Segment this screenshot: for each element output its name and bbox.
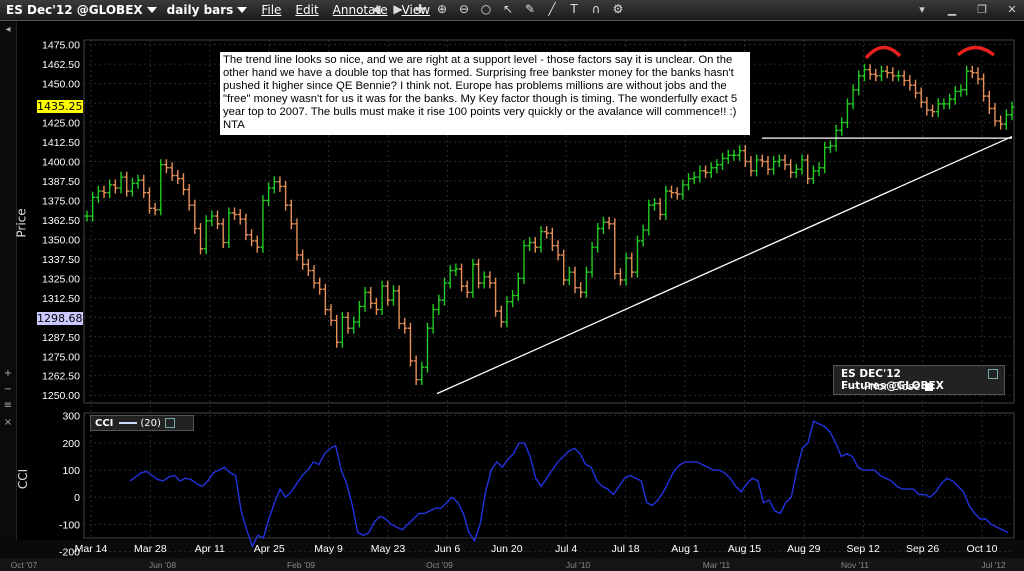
last-price-marker: 1435.25 bbox=[37, 100, 83, 113]
overview-tick-label: Jun '08 bbox=[149, 560, 176, 570]
time-tick-label: Jun 20 bbox=[491, 543, 523, 555]
overview-tick-label: Feb '09 bbox=[287, 560, 315, 570]
legend-prior-close[interactable]: Prior Close bbox=[844, 381, 934, 393]
price-tick-label: 1387.50 bbox=[42, 176, 80, 188]
time-tick-label: May 9 bbox=[314, 543, 343, 555]
cci-menu-icon[interactable] bbox=[164, 418, 175, 428]
price-tick-label: 1462.50 bbox=[42, 59, 80, 71]
time-tick-label: Sep 26 bbox=[906, 543, 939, 555]
time-tick-label: Oct 10 bbox=[967, 543, 998, 555]
price-tick-label: 1262.50 bbox=[42, 371, 80, 383]
checkbox-icon[interactable] bbox=[925, 383, 934, 391]
time-tick-label: Aug 29 bbox=[787, 543, 820, 555]
time-tick-label: Apr 25 bbox=[254, 543, 285, 555]
cci-axis-label: CCI bbox=[16, 468, 31, 490]
time-tick-label: Jun 6 bbox=[435, 543, 461, 555]
cci-param: (20) bbox=[140, 417, 161, 429]
price-tick-label: 1337.50 bbox=[42, 254, 80, 266]
overview-tick-label: Oct '07 bbox=[11, 560, 38, 570]
time-tick-label: Aug 1 bbox=[671, 543, 699, 555]
price-tick-label: 1412.50 bbox=[42, 137, 80, 149]
time-tick-label: Sep 12 bbox=[847, 543, 880, 555]
price-tick-label: 1250.00 bbox=[42, 390, 80, 402]
time-tick-label: Jul 18 bbox=[612, 543, 640, 555]
cci-tick-label: 300 bbox=[62, 411, 80, 423]
price-tick-label: 1275.00 bbox=[42, 351, 80, 363]
time-tick-label: Mar 14 bbox=[75, 543, 108, 555]
annotation-note[interactable]: The trend line looks so nice, and we are… bbox=[220, 52, 750, 135]
time-tick-label: Jul 4 bbox=[555, 543, 577, 555]
price-tick-label: 1350.00 bbox=[42, 234, 80, 246]
price-legend[interactable]: ES DEC'12 Futures@GLOBEX Prior Close bbox=[833, 365, 1005, 395]
overview-tick-label: Mar '11 bbox=[703, 560, 731, 570]
price-tick-label: 1425.00 bbox=[42, 118, 80, 130]
prior-level-marker: 1298.68 bbox=[37, 312, 83, 325]
time-tick-label: Mar 28 bbox=[134, 543, 167, 555]
time-tick-label: Aug 15 bbox=[728, 543, 761, 555]
overview-tick-label: Oct '09 bbox=[426, 560, 453, 570]
line-swatch-icon bbox=[119, 422, 138, 424]
overview-tick-label: Jul '12 bbox=[981, 560, 1006, 570]
price-tick-label: 1400.00 bbox=[42, 157, 80, 169]
price-axis-label: Price bbox=[14, 208, 29, 238]
price-tick-label: 1375.00 bbox=[42, 195, 80, 207]
price-tick-label: 1450.00 bbox=[42, 79, 80, 91]
price-tick-label: 1475.00 bbox=[42, 40, 80, 52]
dashed-line-icon bbox=[844, 386, 858, 388]
overview-tick-label: Jul '10 bbox=[566, 560, 591, 570]
cci-legend[interactable]: CCI (20) bbox=[90, 415, 194, 431]
cci-tick-label: 100 bbox=[62, 465, 80, 477]
time-tick-label: May 23 bbox=[371, 543, 406, 555]
price-tick-label: 1362.50 bbox=[42, 215, 80, 227]
cci-tick-label: 200 bbox=[62, 438, 80, 450]
cci-name: CCI bbox=[95, 417, 114, 429]
price-tick-label: 1325.00 bbox=[42, 273, 80, 285]
cci-tick-label: 0 bbox=[74, 492, 80, 504]
time-tick-label: Apr 11 bbox=[195, 543, 225, 555]
legend-menu-icon[interactable] bbox=[988, 369, 998, 379]
cci-tick-label: -100 bbox=[59, 519, 80, 531]
price-tick-label: 1287.50 bbox=[42, 332, 80, 344]
price-tick-label: 1312.50 bbox=[42, 293, 80, 305]
overview-tick-label: Nov '11 bbox=[841, 560, 869, 570]
